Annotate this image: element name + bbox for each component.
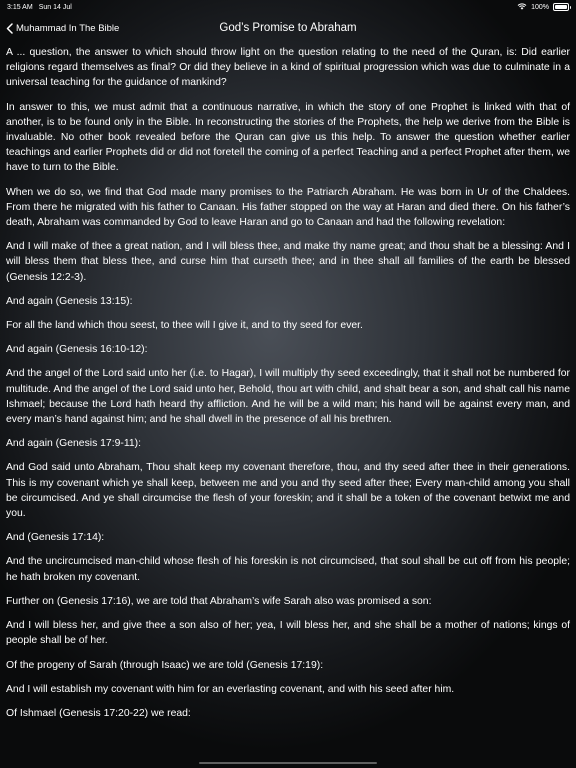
- paragraph: And (Genesis 17:14):: [6, 532, 105, 544]
- status-time: 3:15 AM: [7, 3, 33, 11]
- paragraph: In answer to this, we must admit that a …: [6, 101, 570, 174]
- paragraph: Further on (Genesis 17:16), we are told …: [6, 595, 432, 607]
- back-button[interactable]: Muhammad In The Bible: [6, 14, 119, 42]
- paragraph: And I will establish my covenant with hi…: [6, 683, 455, 695]
- screen: 3:15 AM Sun 14 Jul 100% Muhammad In The: [0, 0, 576, 768]
- paragraph: And God said unto Abraham, Thou shalt ke…: [6, 462, 570, 520]
- paragraph: And again (Genesis 16:10-12):: [6, 344, 148, 356]
- status-right: 100%: [517, 2, 571, 12]
- back-button-label: Muhammad In The Bible: [16, 22, 120, 34]
- page-title: God’s Promise to Abraham: [219, 22, 357, 34]
- paragraph: When we do so, we find that God made man…: [6, 186, 570, 229]
- paragraph: For all the land which thou seest, to th…: [6, 320, 363, 332]
- paragraph: Of the progeny of Sarah (through Isaac) …: [6, 659, 324, 671]
- battery-icon: [553, 3, 571, 11]
- navigation-bar: Muhammad In The Bible God’s Promise to A…: [0, 14, 576, 42]
- paragraph: And I will bless her, and give thee a so…: [6, 620, 570, 647]
- home-indicator[interactable]: [199, 761, 377, 764]
- wifi-icon: [517, 2, 527, 12]
- status-bar: 3:15 AM Sun 14 Jul 100%: [0, 0, 576, 14]
- paragraph: And the angel of the Lord said unto her …: [6, 368, 570, 426]
- status-left: 3:15 AM Sun 14 Jul: [7, 4, 72, 11]
- status-date: Sun 14 Jul: [38, 3, 72, 11]
- battery-percent: 100%: [531, 3, 549, 11]
- paragraph: And again (Genesis 13:15):: [6, 295, 133, 307]
- paragraph: And I will make of thee a great nation, …: [6, 241, 570, 283]
- paragraph: A ... question, the answer to which shou…: [6, 47, 570, 89]
- chevron-left-icon: [6, 22, 13, 34]
- article-content[interactable]: A ... question, the answer to which shou…: [6, 45, 570, 762]
- paragraph: And the uncircumcised man-child whose fl…: [6, 556, 570, 583]
- paragraph: Of Ishmael (Genesis 17:20-22) we read:: [6, 707, 191, 719]
- paragraph: And again (Genesis 17:9-11):: [6, 438, 141, 450]
